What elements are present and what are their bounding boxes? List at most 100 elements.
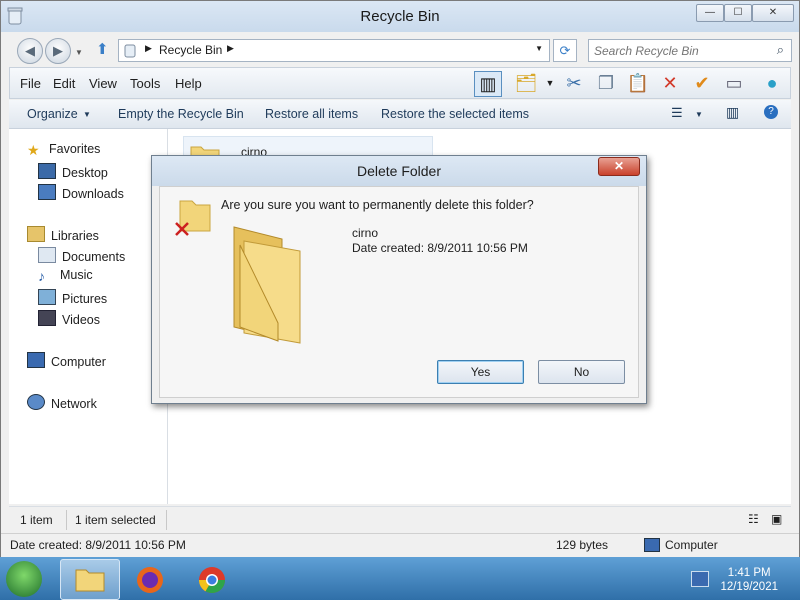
command-bar: Organize ▼ Empty the Recycle Bin Restore… [9,100,791,129]
organize-button[interactable]: Organize [27,107,78,121]
properties-icon[interactable]: ▭ [721,71,747,95]
restore-selected-button[interactable]: Restore the selected items [381,107,529,121]
nav-music-label: Music [60,268,93,282]
nav-videos-label: Videos [62,313,100,327]
checkmark-icon[interactable]: ✔ [689,71,715,95]
clock-date: 12/19/2021 [720,581,778,593]
delete-folder-icon [175,200,211,236]
location-text: Computer [665,538,718,552]
breadcrumb-chevron-icon[interactable]: ▶ [145,43,152,54]
status-divider [166,510,167,530]
address-dropdown-icon[interactable]: ▼ [535,44,543,53]
forward-button[interactable]: ▶ [45,38,71,64]
up-arrow-icon[interactable]: ⬆ [96,40,109,58]
taskbar-explorer-button[interactable] [60,559,120,600]
restore-all-button[interactable]: Restore all items [265,107,358,121]
nav-computer-label: Computer [51,355,106,369]
nav-documents-label: Documents [62,250,126,264]
empty-recycle-bin-button[interactable]: Empty the Recycle Bin [118,107,244,121]
nav-libraries[interactable]: Libraries [27,226,99,243]
nav-downloads[interactable]: Downloads [38,184,124,201]
details-view-icon[interactable]: ☷ [748,512,759,526]
delete-icon[interactable]: ✕ [657,71,683,95]
date-created-text: Date created: 8/9/2011 10:56 PM [10,538,186,552]
nav-downloads-label: Downloads [62,187,124,201]
menu-file[interactable]: File [20,76,41,91]
size-text: 129 bytes [556,538,609,552]
organize-dropdown-icon[interactable]: ▼ [83,110,91,119]
star-icon: ★ [27,142,40,158]
nav-videos[interactable]: Videos [38,310,100,327]
view-dropdown-icon[interactable]: ▼ [695,110,703,119]
nav-desktop[interactable]: Desktop [38,163,108,180]
search-icon[interactable]: ⌕ [777,42,784,58]
dialog-item-date: Date created: 8/9/2011 10:56 PM [352,241,528,255]
back-button[interactable]: ◀ [17,38,43,64]
item-count: 1 item [20,513,53,527]
nav-computer[interactable]: Computer [27,352,106,369]
preview-pane-icon[interactable]: ▥ [474,71,502,97]
details-bar: Date created: 8/9/2011 10:56 PM 129 byte… [1,533,799,557]
dialog-item-name: cirno [352,226,379,240]
breadcrumb-recycle-bin[interactable]: Recycle Bin [159,43,222,57]
paste-icon[interactable]: 📋 [625,71,651,95]
menu-bar: File Edit View Tools Help ▥ 🗂 ▼ ✂ ❐ 📋 ✕ … [9,67,791,99]
libraries-icon [27,226,45,242]
no-button[interactable]: No [538,360,625,384]
refresh-button[interactable]: ⟳ [553,39,577,62]
cut-icon[interactable]: ✂ [561,71,587,95]
computer-icon [644,538,660,552]
globe-icon[interactable]: ● [759,71,785,95]
menu-tools[interactable]: Tools [130,76,160,91]
recycle-bin-icon [124,44,136,58]
desktop-icon [38,163,56,179]
menu-help[interactable]: Help [175,76,202,91]
search-box[interactable]: ⌕ [588,39,792,62]
delete-folder-dialog: Delete Folder ✕ Are you sure you want to… [151,155,647,404]
preview-pane-toggle-icon[interactable]: ▥ [726,104,739,121]
menu-view[interactable]: View [89,76,117,91]
nav-documents[interactable]: Documents [38,247,125,264]
options-dropdown-icon[interactable]: ▼ [537,71,563,95]
nav-libraries-label: Libraries [51,229,99,243]
yes-button[interactable]: Yes [437,360,524,384]
dialog-close-button[interactable]: ✕ [598,157,640,176]
confirm-question: Are you sure you want to permanently del… [221,198,534,212]
taskbar: 1:41 PM 12/19/2021 [0,557,800,600]
selected-count: 1 item selected [75,513,156,527]
status-divider [66,510,67,530]
nav-network-label: Network [51,397,97,411]
address-bar[interactable]: ▶ Recycle Bin ▶ ▼ [118,39,550,62]
help-icon[interactable]: ? [764,105,778,119]
large-icons-view-icon[interactable]: ▣ [771,512,782,526]
nav-music[interactable]: ♪ Music [38,268,93,284]
window-title: Recycle Bin [360,8,440,25]
large-folder-icon [233,226,301,344]
nav-network[interactable]: Network [27,394,97,411]
pictures-icon [38,289,56,305]
nav-favorites-label: Favorites [49,142,101,156]
taskbar-firefox-button[interactable] [122,559,180,598]
maximize-button[interactable]: ☐ [724,4,752,22]
dialog-title-bar[interactable]: Delete Folder ✕ [152,156,646,186]
clock[interactable]: 1:41 PM 12/19/2021 [720,566,778,594]
nav-pictures[interactable]: Pictures [38,289,107,306]
close-button[interactable]: ✕ [752,4,794,22]
network-icon [27,394,45,410]
music-icon: ♪ [38,268,45,284]
copy-icon[interactable]: ❐ [593,71,619,95]
network-tray-icon[interactable] [691,571,709,587]
title-bar[interactable]: Recycle Bin — ☐ ✕ [1,1,799,32]
start-button[interactable] [6,561,42,597]
breadcrumb-chevron-icon[interactable]: ▶ [227,43,234,54]
explorer-folder-icon [75,569,105,592]
folder-options-icon[interactable]: 🗂 [513,71,539,95]
recent-pages-icon[interactable]: ▼ [75,48,83,57]
menu-edit[interactable]: Edit [53,76,75,91]
minimize-button[interactable]: — [696,4,724,22]
view-options-icon[interactable]: ☰ [671,105,683,121]
nav-favorites[interactable]: ★ Favorites [27,142,101,158]
status-bar: 1 item 1 item selected ☷ ▣ [9,506,791,533]
taskbar-chrome-button[interactable] [184,559,242,598]
search-input[interactable] [589,40,766,61]
